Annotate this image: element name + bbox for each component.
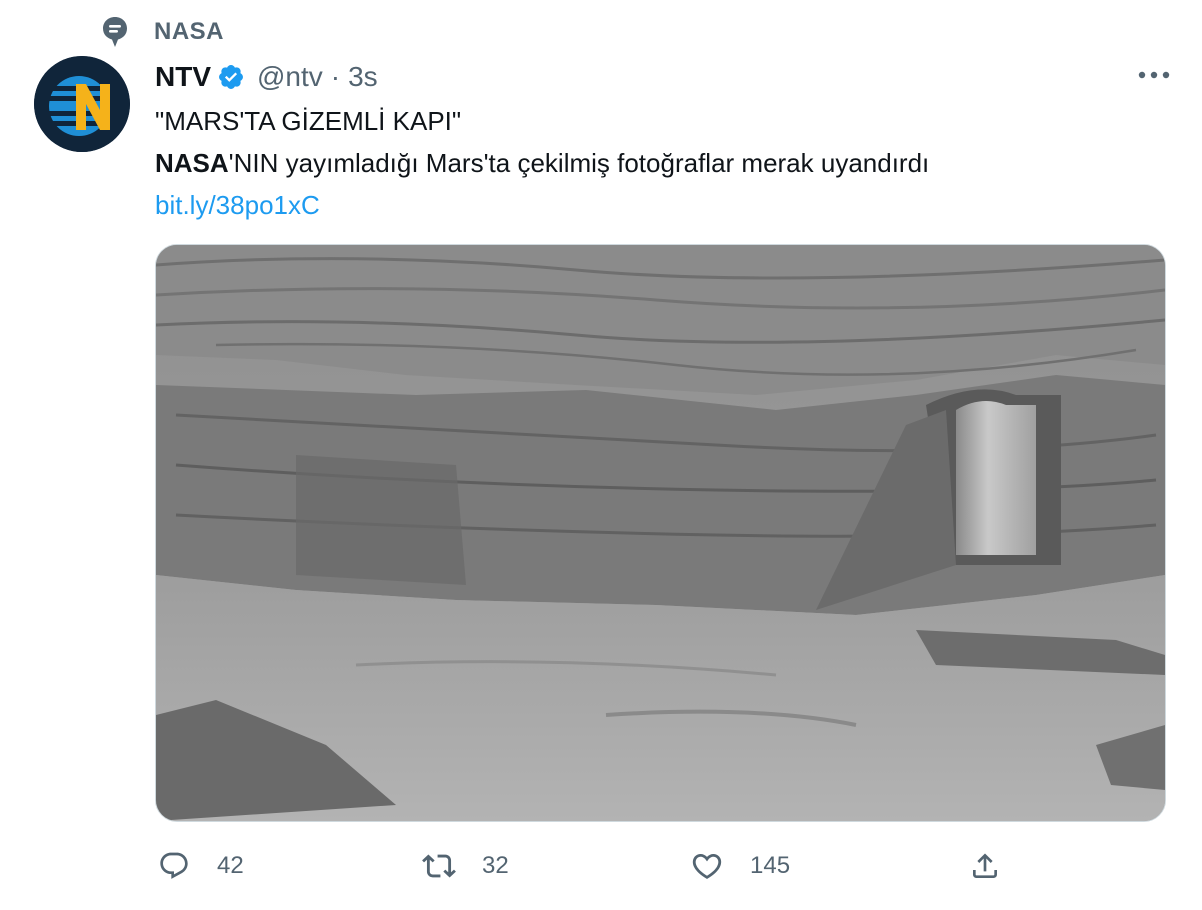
tweet-photo[interactable] — [155, 244, 1166, 822]
share-icon — [968, 849, 1002, 883]
tweet-headline: "MARS'TA GİZEMLİ KAPI" — [155, 106, 462, 136]
ntv-logo-icon — [34, 56, 130, 152]
tweet-link[interactable]: bit.ly/38po1xC — [155, 190, 320, 220]
like-icon — [690, 849, 724, 883]
retweet-icon — [422, 849, 456, 883]
mars-rock-photo-image — [156, 245, 1165, 821]
share-button[interactable] — [968, 840, 1002, 892]
reply-count: 42 — [217, 852, 244, 879]
tweet-body: NASA'NIN yayımladığı Mars'ta çekilmiş fo… — [155, 142, 929, 184]
topic-label[interactable]: NASA — [154, 18, 224, 46]
tweet-text: "MARS'TA GİZEMLİ KAPI" NASA'NIN yayımlad… — [155, 100, 929, 226]
topic-row[interactable]: NASA — [100, 14, 224, 50]
timestamp[interactable]: 3s — [348, 61, 378, 93]
handle[interactable]: @ntv — [257, 61, 323, 93]
avatar[interactable] — [34, 56, 130, 152]
separator-dot: · — [330, 61, 341, 92]
topic-icon — [100, 14, 130, 50]
reply-icon — [157, 849, 191, 883]
retweet-count: 32 — [482, 852, 509, 879]
more-icon — [1137, 67, 1171, 85]
reply-button[interactable]: 42 — [157, 840, 244, 892]
retweet-button[interactable]: 32 — [422, 840, 509, 892]
more-button[interactable] — [1134, 60, 1174, 92]
tweet-header: NTV @ntv · 3s — [155, 58, 378, 96]
verified-badge-icon — [217, 63, 245, 91]
tweet-link-line: bit.ly/38po1xC — [155, 184, 929, 226]
hashtag-bold: NASA — [155, 148, 229, 178]
tweet-actions: 42 32 145 — [0, 840, 1202, 896]
display-name[interactable]: NTV — [155, 61, 211, 93]
tweet-body-rest: 'NIN yayımladığı Mars'ta çekilmiş fotoğr… — [228, 148, 930, 178]
like-button[interactable]: 145 — [690, 840, 790, 892]
like-count: 145 — [750, 852, 791, 879]
